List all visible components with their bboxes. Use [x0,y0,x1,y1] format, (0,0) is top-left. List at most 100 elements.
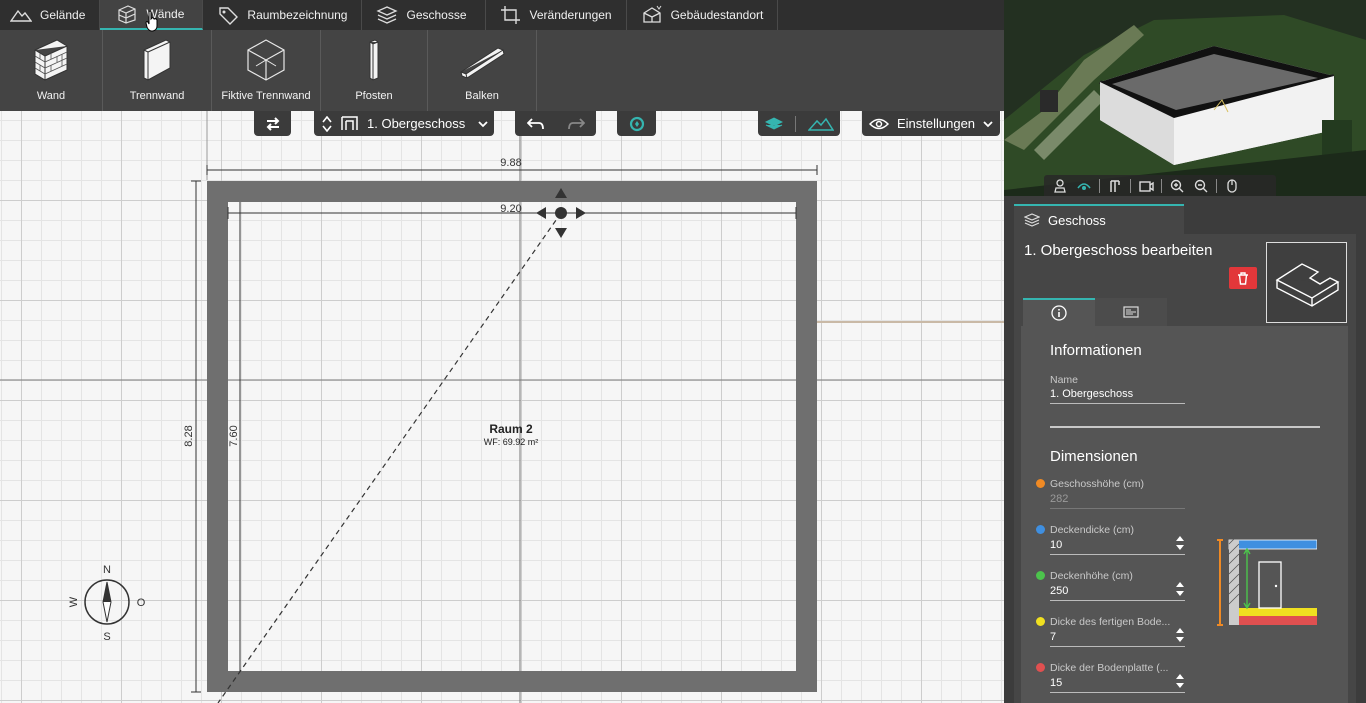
undo-icon[interactable] [526,117,545,130]
floor-section-diagram [1217,533,1317,626]
redo-icon[interactable] [567,117,585,130]
bodenplatte-input[interactable]: 15 [1050,677,1185,693]
walls-toggle-button[interactable] [1103,177,1127,195]
3d-scene [1004,0,1366,196]
zoom-out-button[interactable] [1189,177,1213,195]
floor-settings-icon [1123,306,1139,318]
fictive-wall-icon [247,39,285,81]
balken-button[interactable]: Balken [428,30,537,111]
properties-panel: Geschoss 1. Obergeschoss bearbeiten Info… [1004,196,1366,703]
dimension-inner-width: 9.20 [500,203,521,215]
wand-button[interactable]: Wand [0,30,103,111]
layers-2d-icon[interactable] [764,116,783,131]
chevron-down-icon [478,120,488,127]
field-label: Dicke des fertigen Bode... [1050,616,1171,628]
tab-geschoss[interactable]: Geschoss [1014,204,1184,234]
tab-label: Gelände [40,8,86,22]
dimension-outer-width: 9.88 [500,157,521,169]
ribbon-toolbar: Wand Trennwand Fiktive Trennwand Pfosten… [0,30,1004,111]
building-location-icon [642,5,662,23]
tab-veranderungen[interactable]: Veränderungen [486,0,627,30]
3d-view-toolbar [1044,175,1276,196]
floor-plan-canvas[interactable]: 9.88 9.20 8.28 7.60 Raum 2 WF: 69.92 m² … [0,111,1004,703]
tab-raumbezeichnung[interactable]: Raumbezeichnung [203,0,363,30]
color-dot [1036,479,1045,488]
deckenhohe-input[interactable]: 250 [1050,585,1185,601]
field-label: Dicke der Bodenplatte (... [1050,662,1169,674]
eye-icon [868,118,889,129]
dimension-inner-height: 7.60 [228,425,240,446]
app-window: Gelände Wände Raumbezeichnung Geschosse … [0,0,1366,703]
compass-south: S [103,631,110,643]
pfosten-label: Pfosten [355,90,393,102]
name-label: Name [1050,374,1079,386]
bodenaufbau-input[interactable]: 7 [1050,631,1185,647]
panel-tab-label: Geschoss [1048,212,1106,228]
zoom-out-icon [1194,179,1208,192]
tab-label: Veränderungen [529,8,612,22]
terrain-icon [10,9,32,22]
tab-gebaudestandort[interactable]: Gebäudestandort [627,0,779,30]
view-mode-group [758,111,840,136]
stepper-icon[interactable] [1175,627,1185,643]
tab-gelande[interactable]: Gelände [0,0,101,30]
crop-icon [500,6,520,24]
fiktive-trennwand-button[interactable]: Fiktive Trennwand [212,30,321,111]
color-dot [1036,571,1045,580]
trennwand-label: Trennwand [129,90,185,102]
camera-icon [1139,180,1154,192]
room-area: WF: 69.92 m² [484,437,539,447]
orbit-icon [1077,182,1091,190]
post-icon [369,39,379,81]
settings-label: Einstellungen [896,116,976,131]
stepper-icon[interactable] [1175,581,1185,597]
sort-icon [322,115,332,132]
wall-icon [118,5,136,24]
floor-select[interactable]: 1. Obergeschoss [314,111,494,136]
trash-icon [1238,271,1248,285]
deckendicke-input[interactable]: 10 [1050,539,1185,555]
fiktive-trennwand-label: Fiktive Trennwand [221,90,311,102]
mouse-control-button[interactable] [1220,177,1244,195]
settings-dropdown[interactable]: Einstellungen [862,111,1000,136]
dimension-outer-height: 8.28 [183,425,195,446]
orbit-view-button[interactable] [1072,177,1096,195]
swap-view-button[interactable] [254,111,291,136]
trennwand-button[interactable]: Trennwand [103,30,212,111]
zoom-in-button[interactable] [1165,177,1189,195]
geschosshohe-input: 282 [1050,493,1185,509]
camera-button[interactable] [1134,177,1158,195]
room-name[interactable]: Raum 2 [489,422,533,436]
floor-shape-icon [1275,262,1339,307]
pfosten-button[interactable]: Pfosten [321,30,428,111]
3d-preview[interactable] [1004,0,1366,196]
balken-label: Balken [465,90,499,102]
tag-icon [219,7,239,25]
magnet-snap-button[interactable] [617,111,656,136]
tab-geschosse[interactable]: Geschosse [362,0,486,30]
person-icon [1054,178,1066,193]
person-view-button[interactable] [1048,177,1072,195]
tab-info[interactable] [1023,298,1095,326]
layers-icon [1024,213,1040,227]
name-field[interactable]: 1. Obergeschoss [1050,388,1185,404]
field-label: Geschosshöhe (cm) [1050,478,1144,490]
tab-label: Gebäudestandort [670,8,764,22]
terrain-view-icon[interactable] [807,117,834,131]
stepper-icon[interactable] [1175,535,1185,551]
walls-icon [1110,179,1120,192]
tab-floor-settings[interactable] [1095,298,1167,326]
compass-west: W [68,596,80,607]
color-dot [1036,663,1045,672]
color-dot [1036,525,1045,534]
info-content: Informationen Name 1. Obergeschoss Dimen… [1021,326,1348,703]
zoom-in-icon [1170,179,1184,192]
stepper-icon[interactable] [1175,673,1185,689]
dimensions-heading: Dimensionen [1050,448,1138,465]
delete-floor-button[interactable] [1229,267,1257,289]
tab-label: Raumbezeichnung [247,8,348,22]
hand-cursor-icon [145,10,158,32]
magnet-icon [629,116,644,131]
panel-title: 1. Obergeschoss bearbeiten [1024,242,1213,259]
compass-east: O [137,597,146,609]
